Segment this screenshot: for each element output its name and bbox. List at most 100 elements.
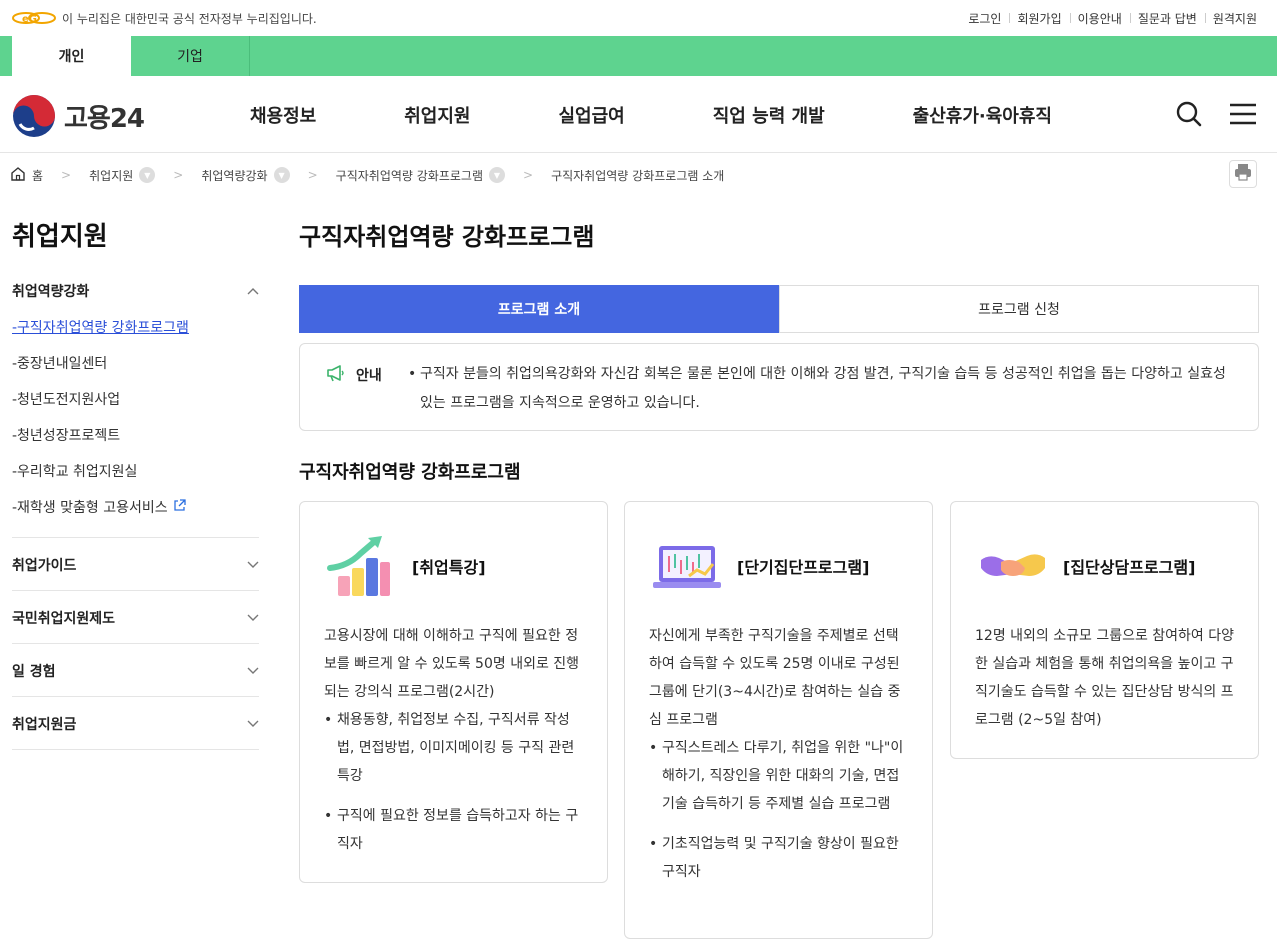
list-item: 기초직업능력 및 구직기술 향상이 필요한 구직자 bbox=[649, 830, 911, 886]
usage-guide-link[interactable]: 이용안내 bbox=[1069, 10, 1130, 27]
external-link-icon bbox=[173, 498, 186, 516]
gov-symbol-icon: eG bbox=[12, 11, 56, 25]
chevron-right-icon: > bbox=[61, 168, 72, 182]
handshake-icon bbox=[975, 532, 1051, 600]
sidebar-item-job-seeker-program[interactable]: -구직자취업역량 강화프로그램 bbox=[12, 317, 189, 337]
sidebar-title: 취업지원 bbox=[12, 222, 108, 252]
tab-company[interactable]: 기업 bbox=[131, 36, 250, 76]
sidebar-group-work-experience[interactable]: 일 경험 bbox=[12, 661, 259, 681]
sidebar-item-youth-challenge[interactable]: -청년도전지원사업 bbox=[12, 389, 120, 409]
remote-support-link[interactable]: 원격지원 bbox=[1204, 10, 1265, 27]
breadcrumb-capability[interactable]: 취업역량강화 ▼ bbox=[201, 167, 290, 184]
nav-jobs[interactable]: 채용정보 bbox=[250, 102, 316, 128]
sidebar-group-capability[interactable]: 취업역량강화 bbox=[12, 281, 259, 301]
breadcrumb-home-label: 홈 bbox=[32, 168, 44, 183]
breadcrumb-current: 구직자취업역량 강화프로그램 소개 bbox=[551, 167, 724, 184]
sidebar-group-subsidy[interactable]: 취업지원금 bbox=[12, 714, 259, 734]
sidebar-item-school-job-office[interactable]: -우리학교 취업지원실 bbox=[12, 461, 137, 481]
growth-chart-icon bbox=[324, 532, 400, 600]
program-tabs: 프로그램 소개 프로그램 신청 bbox=[299, 285, 1259, 333]
sidebar-group-national-support[interactable]: 국민취업지원제도 bbox=[12, 608, 259, 628]
tab-program-intro[interactable]: 프로그램 소개 bbox=[299, 285, 779, 333]
program-card-short-group: [단기집단프로그램] 자신에게 부족한 구직기술을 주제별로 선택하여 습득할 … bbox=[624, 501, 933, 939]
section-title: 구직자취업역량 강화프로그램 bbox=[299, 462, 521, 483]
breadcrumb-label: 구직자취업역량 강화프로그램 소개 bbox=[551, 168, 725, 183]
hamburger-menu-icon[interactable] bbox=[1229, 100, 1257, 132]
card-title: [단기집단프로그램] bbox=[737, 558, 870, 577]
chevron-up-icon bbox=[247, 283, 259, 299]
breadcrumb-label: 구직자취업역량 강화프로그램 bbox=[335, 168, 483, 183]
nav-unemployment-benefit[interactable]: 실업급여 bbox=[559, 102, 625, 128]
sidebar-group-label: 취업역량강화 bbox=[12, 284, 90, 300]
login-link[interactable]: 로그인 bbox=[960, 10, 1009, 27]
notice-label: 안내 bbox=[356, 368, 382, 384]
user-type-tabs: 개인 기업 bbox=[0, 36, 1277, 76]
sidebar-divider bbox=[12, 590, 259, 591]
gov-banner: eG 이 누리집은 대한민국 공식 전자정부 누리집입니다. 로그인 회원가입 … bbox=[0, 0, 1277, 36]
sidebar-item-youth-growth[interactable]: -청년성장프로젝트 bbox=[12, 425, 120, 445]
print-button[interactable] bbox=[1229, 160, 1257, 188]
list-item: 구직에 필요한 정보를 습득하고자 하는 구직자 bbox=[324, 802, 586, 858]
breadcrumb-label: 취업지원 bbox=[89, 168, 134, 183]
printer-icon bbox=[1234, 163, 1252, 185]
chevron-right-icon: > bbox=[307, 168, 318, 182]
nav-vocational-training[interactable]: 직업 능력 개발 bbox=[713, 102, 825, 128]
sidebar-group-label: 국민취업지원제도 bbox=[12, 611, 116, 627]
program-card-group-counseling: [집단상담프로그램] 12명 내외의 소규모 그룹으로 참여하여 다양한 실습과… bbox=[950, 501, 1259, 759]
home-icon bbox=[10, 166, 26, 185]
breadcrumb: 홈 > 취업지원 ▼ > 취업역량강화 ▼ > 구직자취업역량 강화프로그램 ▼… bbox=[10, 160, 724, 190]
gov-notice-text: 이 누리집은 대한민국 공식 전자정부 누리집입니다. bbox=[62, 11, 317, 26]
search-icon[interactable] bbox=[1175, 100, 1203, 132]
card-title: [취업특강] bbox=[412, 558, 486, 577]
main-navigation: 채용정보 취업지원 실업급여 직업 능력 개발 출산휴가·육아휴직 bbox=[226, 76, 1052, 153]
card-title: [집단상담프로그램] bbox=[1063, 558, 1196, 577]
chevron-right-icon: > bbox=[523, 168, 534, 182]
tab-program-apply[interactable]: 프로그램 신청 bbox=[779, 285, 1259, 333]
sidebar-item-label: -재학생 맞춤형 고용서비스 bbox=[12, 500, 168, 516]
chevron-right-icon: > bbox=[173, 168, 184, 182]
megaphone-icon bbox=[326, 364, 346, 386]
page-title: 구직자취업역량 강화프로그램 bbox=[299, 223, 595, 251]
card-description: 고용시장에 대해 이해하고 구직에 필요한 정보를 빠르게 알 수 있도록 50… bbox=[324, 628, 580, 700]
list-item: 구직스트레스 다루기, 취업을 위한 "나"이해하기, 직장인을 위한 대화의 … bbox=[649, 734, 911, 818]
sidebar-divider bbox=[12, 537, 259, 538]
chevron-down-icon bbox=[247, 716, 259, 732]
card-bullet-list: 채용동향, 취업정보 수집, 구직서류 작성법, 면접방법, 이미지메이킹 등 … bbox=[324, 706, 586, 870]
sidebar-group-label: 일 경험 bbox=[12, 664, 56, 680]
chevron-down-icon[interactable]: ▼ bbox=[273, 167, 290, 183]
sidebar-divider bbox=[12, 749, 259, 750]
sidebar-group-label: 취업지원금 bbox=[12, 717, 77, 733]
tab-personal[interactable]: 개인 bbox=[12, 36, 131, 76]
breadcrumb-employment-support[interactable]: 취업지원 ▼ bbox=[89, 167, 156, 184]
svg-text:eG: eG bbox=[22, 14, 37, 25]
breadcrumb-home[interactable]: 홈 bbox=[10, 166, 43, 185]
taegeuk-logo-icon bbox=[12, 94, 56, 138]
qna-link[interactable]: 질문과 답변 bbox=[1129, 10, 1205, 27]
nav-employment-support[interactable]: 취업지원 bbox=[404, 102, 470, 128]
notice-box: 안내 구직자 분들의 취업의욕강화와 자신감 회복은 물론 본인에 대한 이해와… bbox=[299, 343, 1259, 431]
signup-link[interactable]: 회원가입 bbox=[1009, 10, 1069, 27]
card-description: 12명 내외의 소규모 그룹으로 참여하여 다양한 실습과 체험을 통해 취업의… bbox=[975, 628, 1235, 728]
site-logo[interactable]: 고용24 bbox=[12, 94, 145, 138]
sidebar-divider bbox=[12, 643, 259, 644]
breadcrumb-program[interactable]: 구직자취업역량 강화프로그램 ▼ bbox=[336, 167, 505, 184]
laptop-chart-icon bbox=[649, 532, 725, 600]
sidebar-item-student-service[interactable]: -재학생 맞춤형 고용서비스 bbox=[12, 497, 186, 517]
site-header: 고용24 채용정보 취업지원 실업급여 직업 능력 개발 출산휴가·육아휴직 bbox=[0, 76, 1277, 153]
chevron-down-icon bbox=[247, 663, 259, 679]
list-item: 채용동향, 취업정보 수집, 구직서류 작성법, 면접방법, 이미지메이킹 등 … bbox=[324, 706, 586, 790]
chevron-down-icon[interactable]: ▼ bbox=[139, 167, 156, 183]
sidebar-item-midcareer-center[interactable]: -중장년내일센터 bbox=[12, 353, 107, 373]
card-bullet-list: 구직스트레스 다루기, 취업을 위한 "나"이해하기, 직장인을 위한 대화의 … bbox=[649, 734, 911, 898]
program-card-lecture: [취업특강] 고용시장에 대해 이해하고 구직에 필요한 정보를 빠르게 알 수… bbox=[299, 501, 608, 883]
sidebar-group-label: 취업가이드 bbox=[12, 558, 77, 574]
sidebar-group-guide[interactable]: 취업가이드 bbox=[12, 555, 259, 575]
chevron-down-icon bbox=[247, 610, 259, 626]
chevron-down-icon bbox=[247, 557, 259, 573]
notice-text: 구직자 분들의 취업의욕강화와 자신감 회복은 물론 본인에 대한 이해와 강점… bbox=[408, 360, 1228, 418]
card-description: 자신에게 부족한 구직기술을 주제별로 선택하여 습득할 수 있도록 25명 이… bbox=[649, 628, 901, 728]
nav-maternity-leave[interactable]: 출산휴가·육아휴직 bbox=[913, 102, 1052, 128]
breadcrumb-label: 취업역량강화 bbox=[201, 168, 268, 183]
chevron-down-icon[interactable]: ▼ bbox=[489, 167, 505, 183]
sidebar-divider bbox=[12, 696, 259, 697]
